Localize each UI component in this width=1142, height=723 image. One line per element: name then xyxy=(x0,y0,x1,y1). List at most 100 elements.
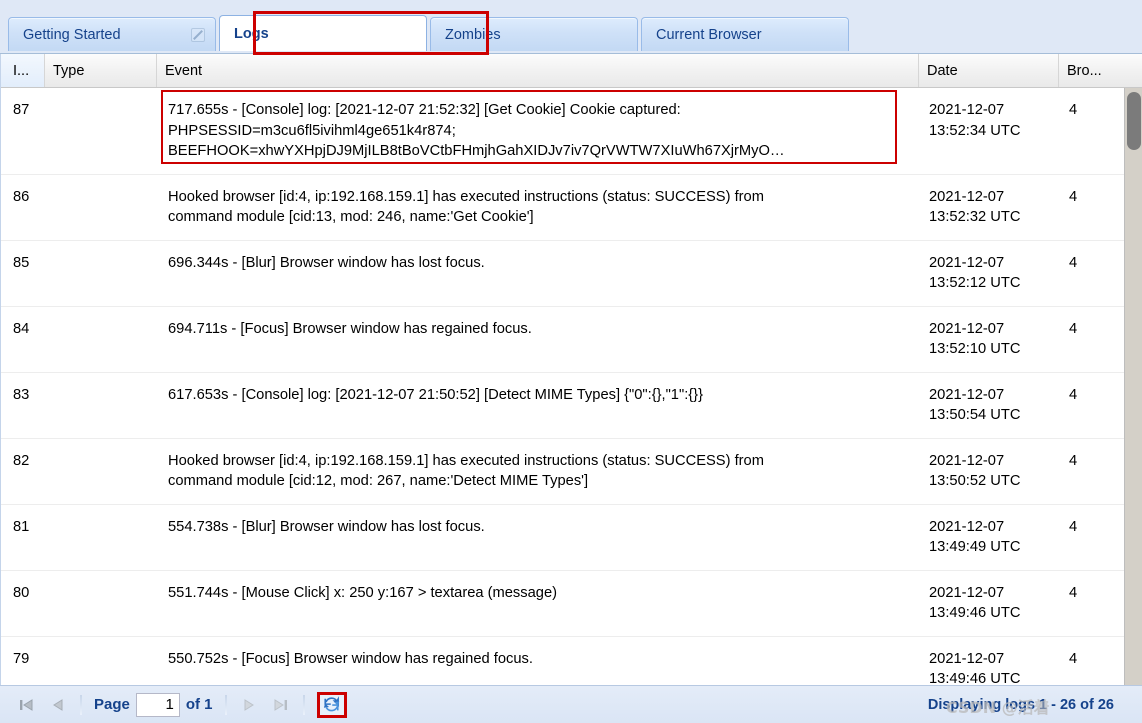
event-text-line: 550.752s - [Focus] Browser window has re… xyxy=(168,650,533,667)
cell-id: 79 xyxy=(13,650,30,667)
cell-date: 2021-12-07 13:52:10 UTC xyxy=(929,320,1021,358)
page-number-input[interactable] xyxy=(135,692,180,717)
cell-date: 2021-12-07 13:52:34 UTC xyxy=(929,102,1021,139)
event-text-line: 696.344s - [Blur] Browser window has los… xyxy=(168,254,485,271)
refresh-button[interactable] xyxy=(316,691,347,718)
first-page-icon xyxy=(20,698,33,711)
vertical-scrollbar[interactable] xyxy=(1124,88,1142,685)
tab-label: Getting Started xyxy=(23,26,121,43)
grid-body[interactable]: 87 717.655s - [Console] log: [2021-12-07 … xyxy=(1,88,1142,685)
cell-browser: 4 xyxy=(1069,188,1078,205)
table-row[interactable]: 87 717.655s - [Console] log: [2021-12-07 … xyxy=(1,88,1142,175)
cell-date: 2021-12-07 13:49:49 UTC xyxy=(929,518,1021,556)
paging-toolbar: Page of 1 xyxy=(0,685,1142,723)
toolbar-separator-3 xyxy=(302,694,305,715)
tab-bar: Getting Started Logs Zombies Current Browse… xyxy=(0,0,1142,55)
vertical-scrollbar-thumb[interactable] xyxy=(1127,92,1141,150)
tab-logs[interactable]: Logs xyxy=(219,15,427,51)
tab-getting-started[interactable]: Getting Started xyxy=(8,17,216,51)
table-row[interactable]: 83 617.653s - [Console] log: [2021-12-07 … xyxy=(1,372,1142,439)
display-status-text: Displaying logs 1 - 26 of 26 xyxy=(927,696,1114,713)
last-page-button[interactable] xyxy=(268,693,294,717)
grid-header-row: I... Type Event Date Bro... xyxy=(1,54,1142,88)
cell-event: 696.344s - [Blur] Browser window has los… xyxy=(157,241,919,306)
event-text-line: 617.653s - [Console] log: [2021-12-07 21… xyxy=(168,386,703,403)
tab-label: Logs xyxy=(234,25,269,42)
cell-event: 617.653s - [Console] log: [2021-12-07 21… xyxy=(157,373,919,438)
tab-label: Current Browser xyxy=(656,26,762,43)
cell-browser: 4 xyxy=(1069,452,1078,469)
table-row[interactable]: 80 551.744s - [Mouse Click] x: 250 y:167 … xyxy=(1,570,1142,637)
display-status: Displaying logs 1 - 26 of 26 CSDN @活着 xyxy=(927,696,1114,717)
cell-type xyxy=(45,175,157,240)
cell-event: 717.655s - [Console] log: [2021-12-07 21… xyxy=(157,88,919,174)
cell-event: 550.752s - [Focus] Browser window has re… xyxy=(157,637,919,686)
refresh-icon xyxy=(323,696,340,712)
column-header-id[interactable]: I... xyxy=(1,54,45,87)
cell-type xyxy=(45,88,157,174)
cell-event: 554.738s - [Blur] Browser window has los… xyxy=(157,505,919,570)
cell-id: 82 xyxy=(13,452,30,469)
cell-type xyxy=(45,571,157,636)
event-text-line: Hooked browser [id:4, ip:192.168.159.1] … xyxy=(168,452,764,469)
column-header-event[interactable]: Event xyxy=(157,54,919,87)
beef-logs-window: Getting Started Logs Zombies Current Browse… xyxy=(0,0,1142,723)
close-icon[interactable] xyxy=(191,27,205,42)
cell-browser: 4 xyxy=(1069,650,1078,667)
cell-date: 2021-12-07 13:50:52 UTC xyxy=(929,452,1021,490)
event-text-line: command module [cid:12, mod: 267, name:'… xyxy=(168,473,589,489)
table-row[interactable]: 79 550.752s - [Focus] Browser window has … xyxy=(1,636,1142,686)
cell-date: 2021-12-07 13:50:54 UTC xyxy=(929,386,1021,424)
event-text-line: BEEFHOOK=xhwYXHpjDJ9MjILB8tBoVCtbFHmjhGa… xyxy=(168,143,785,159)
page-label: Page xyxy=(94,696,130,713)
column-header-type[interactable]: Type xyxy=(45,54,157,87)
cell-browser: 4 xyxy=(1069,254,1078,271)
previous-page-button[interactable] xyxy=(45,693,71,717)
tab-current-browser[interactable]: Current Browser xyxy=(641,17,849,51)
next-page-button[interactable] xyxy=(236,693,262,717)
column-header-browser[interactable]: Bro... xyxy=(1059,54,1120,87)
table-row[interactable]: 84 694.711s - [Focus] Browser window has … xyxy=(1,306,1142,373)
cell-event: Hooked browser [id:4, ip:192.168.159.1] … xyxy=(157,439,919,504)
cell-type xyxy=(45,373,157,438)
cell-event: 551.744s - [Mouse Click] x: 250 y:167 > … xyxy=(157,571,919,636)
cell-id: 81 xyxy=(13,518,30,535)
cell-date: 2021-12-07 13:49:46 UTC xyxy=(929,650,1021,686)
event-text-line: command module [cid:13, mod: 246, name:'… xyxy=(168,209,534,225)
cell-date: 2021-12-07 13:52:32 UTC xyxy=(929,188,1021,226)
tab-zombies[interactable]: Zombies xyxy=(430,17,638,51)
event-text-line: PHPSESSID=m3cu6fl5ivihml4ge651k4r874; xyxy=(168,122,456,139)
cell-id: 84 xyxy=(13,320,30,337)
cell-type xyxy=(45,307,157,372)
event-text-line: Hooked browser [id:4, ip:192.168.159.1] … xyxy=(168,188,764,205)
toolbar-separator-1 xyxy=(80,694,82,715)
cell-browser: 4 xyxy=(1069,320,1078,337)
table-row[interactable]: 86 Hooked browser [id:4, ip:192.168.159.1… xyxy=(1,174,1142,241)
cell-browser: 4 xyxy=(1069,584,1078,601)
first-page-button[interactable] xyxy=(13,693,39,717)
column-header-date[interactable]: Date xyxy=(919,54,1059,87)
cell-type xyxy=(45,439,157,504)
table-row[interactable]: 81 554.738s - [Blur] Browser window has l… xyxy=(1,504,1142,571)
cell-id: 87 xyxy=(13,102,30,118)
table-row[interactable]: 82 Hooked browser [id:4, ip:192.168.159.1… xyxy=(1,438,1142,505)
tab-strip: Getting Started Logs Zombies Current Browse… xyxy=(8,14,852,51)
next-page-icon xyxy=(244,698,254,711)
toolbar-separator-2 xyxy=(224,694,227,715)
cell-type xyxy=(45,637,157,686)
cell-event: 694.711s - [Focus] Browser window has re… xyxy=(157,307,919,372)
tab-label: Zombies xyxy=(445,26,501,43)
table-row[interactable]: 85 696.344s - [Blur] Browser window has l… xyxy=(1,240,1142,307)
cell-browser: 4 xyxy=(1069,102,1078,118)
page-total-label: of 1 xyxy=(185,696,213,713)
last-page-icon xyxy=(274,698,287,711)
cell-type xyxy=(45,241,157,306)
cell-id: 85 xyxy=(13,254,30,271)
event-text-line: 554.738s - [Blur] Browser window has los… xyxy=(168,518,485,535)
event-text-line: 717.655s - [Console] log: [2021-12-07 21… xyxy=(168,102,681,118)
cell-type xyxy=(45,505,157,570)
close-icon-box xyxy=(191,27,205,42)
event-text-line: 551.744s - [Mouse Click] x: 250 y:167 > … xyxy=(168,584,558,601)
previous-page-icon xyxy=(53,698,63,711)
cell-event: Hooked browser [id:4, ip:192.168.159.1] … xyxy=(157,175,919,240)
